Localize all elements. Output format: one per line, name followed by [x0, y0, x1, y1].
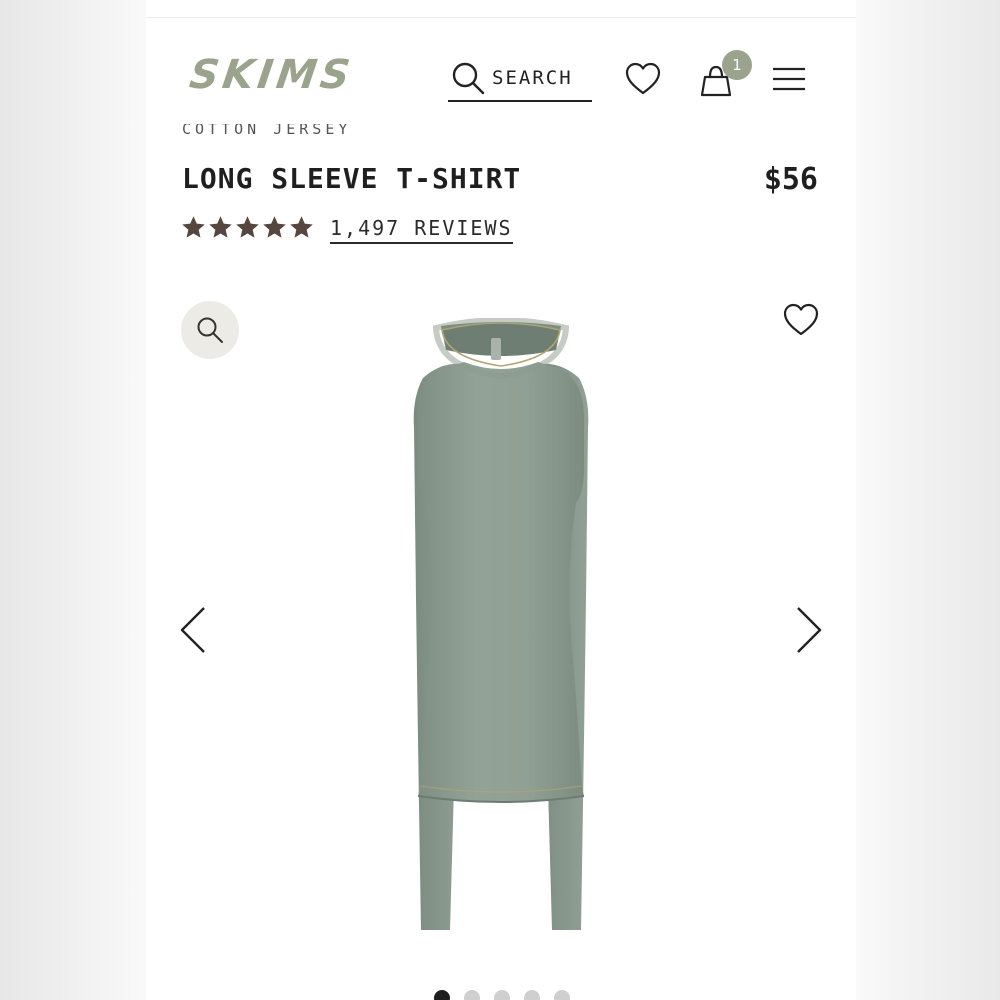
brand-logo[interactable]: SKIMS: [187, 52, 357, 98]
rating-stars[interactable]: [180, 214, 315, 241]
star-icon: [236, 216, 259, 238]
background-left: [0, 0, 150, 1000]
zoom-icon: [197, 317, 223, 343]
pagination-dot[interactable]: [464, 990, 480, 1000]
product-page: SKIMS SEARCH 1 COTTON JERSEY LONG SLEEVE…: [146, 0, 856, 1000]
star-icon: [290, 216, 313, 238]
product-price: $56: [763, 162, 818, 197]
cart-count-badge: 1: [722, 50, 752, 80]
menu-icon[interactable]: [770, 64, 808, 94]
chevron-left-icon[interactable]: [176, 604, 210, 656]
top-strip: [146, 0, 856, 18]
site-header: SKIMS SEARCH 1: [146, 38, 856, 118]
background-right: [854, 0, 1000, 1000]
search-icon: [452, 62, 485, 95]
gallery-pagination: [434, 990, 570, 1000]
chevron-right-icon[interactable]: [792, 604, 826, 656]
search-label: SEARCH: [492, 67, 573, 89]
favorite-icon[interactable]: [782, 301, 820, 339]
product-title: LONG SLEEVE T-SHIRT: [182, 162, 522, 195]
pagination-dot[interactable]: [554, 990, 570, 1000]
star-icon: [182, 216, 205, 238]
zoom-button[interactable]: [181, 301, 239, 359]
product-image[interactable]: [266, 318, 736, 938]
wishlist-heart-icon[interactable]: [624, 60, 662, 98]
star-icon: [263, 216, 286, 238]
search-button[interactable]: SEARCH: [448, 56, 592, 102]
pagination-dot[interactable]: [524, 990, 540, 1000]
reviews-link[interactable]: 1,497 REVIEWS: [330, 216, 513, 244]
pagination-dot[interactable]: [494, 990, 510, 1000]
pagination-dot[interactable]: [434, 990, 450, 1000]
collection-label: COTTON JERSEY: [182, 124, 352, 138]
star-icon: [209, 216, 232, 238]
